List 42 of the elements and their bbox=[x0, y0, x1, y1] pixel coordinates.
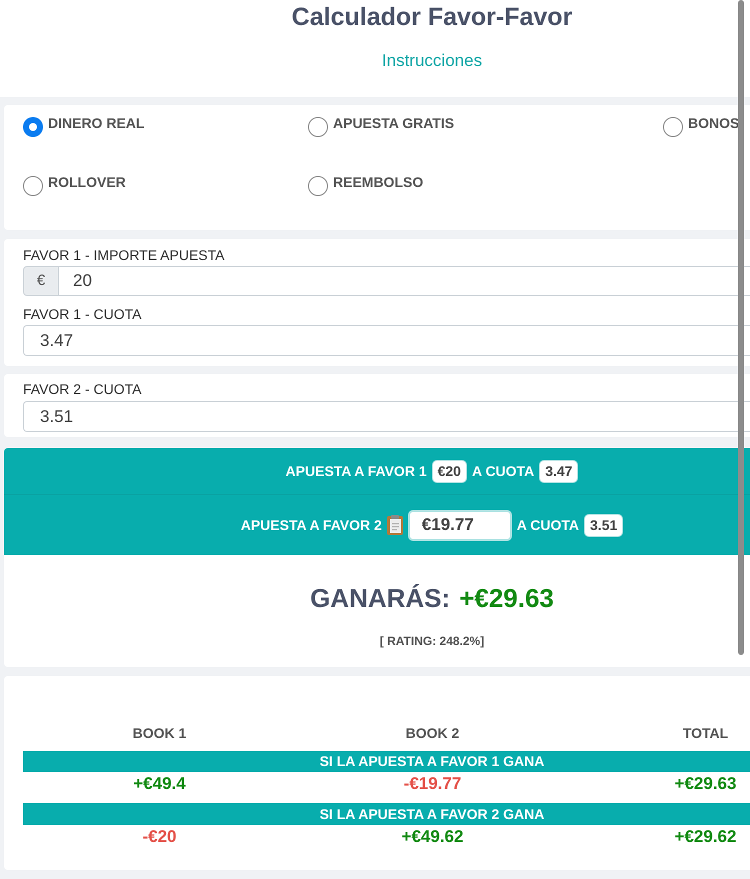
outcome-header: SI LA APUESTA A FAVOR 1 GANA bbox=[23, 751, 750, 772]
option-label[interactable]: APUESTA GRATIS bbox=[333, 115, 454, 131]
column-header: BOOK 2 bbox=[406, 725, 460, 741]
radio-button[interactable] bbox=[308, 117, 328, 137]
bet-label: APUESTA A FAVOR 2 bbox=[240, 516, 382, 534]
radio-button[interactable] bbox=[23, 117, 43, 137]
bet-label: APUESTA A FAVOR 1 bbox=[286, 462, 427, 480]
odds-badge: 3.51 bbox=[584, 514, 624, 536]
stake-input[interactable]: €19.77 bbox=[408, 510, 512, 540]
profit-amount: +€29.63 bbox=[459, 582, 554, 614]
rating-text: [ RATING: 248.2%] bbox=[380, 633, 484, 649]
scrollbar-thumb[interactable] bbox=[738, 0, 744, 655]
field-label: FAVOR 1 - CUOTA bbox=[23, 305, 142, 324]
column-header: TOTAL bbox=[682, 725, 728, 741]
outcome-header: SI LA APUESTA A FAVOR 2 GANA bbox=[23, 803, 750, 825]
field-label: FAVOR 2 - CUOTA bbox=[23, 380, 142, 399]
option-label[interactable]: DINERO REAL bbox=[48, 115, 144, 131]
odds-label: A CUOTA bbox=[472, 462, 534, 480]
column-header: BOOK 1 bbox=[132, 725, 186, 741]
outcome-value: -€19.77 bbox=[404, 774, 462, 793]
profit-label: GANARÁS: bbox=[310, 582, 450, 614]
outcome-value: +€29.63 bbox=[674, 774, 736, 793]
option-label[interactable]: BONOS bbox=[688, 115, 740, 131]
page-title: Calculador Favor-Favor bbox=[292, 2, 572, 32]
odds-input[interactable]: 3.47 bbox=[23, 325, 750, 356]
radio-button[interactable] bbox=[308, 176, 328, 196]
outcome-value: -€20 bbox=[142, 827, 177, 846]
currency-addon: € bbox=[23, 266, 59, 296]
radio-button[interactable] bbox=[663, 117, 683, 137]
stake-badge: €20 bbox=[432, 460, 467, 482]
radio-button[interactable] bbox=[23, 176, 43, 196]
option-label[interactable]: REEMBOLSO bbox=[333, 174, 424, 190]
odds-input[interactable]: 3.51 bbox=[23, 401, 750, 432]
amount-input[interactable]: 20 bbox=[59, 266, 750, 296]
option-label[interactable]: ROLLOVER bbox=[48, 174, 126, 190]
field-label: FAVOR 1 - IMPORTE APUESTA bbox=[23, 246, 226, 265]
clipboard-icon[interactable] bbox=[386, 515, 403, 535]
outcome-value: +€29.62 bbox=[674, 827, 736, 846]
odds-badge: 3.47 bbox=[539, 460, 578, 482]
outcome-value: +€49.62 bbox=[402, 827, 464, 846]
outcome-value: +€49.4 bbox=[133, 774, 186, 793]
odds-label: A CUOTA bbox=[516, 516, 580, 534]
